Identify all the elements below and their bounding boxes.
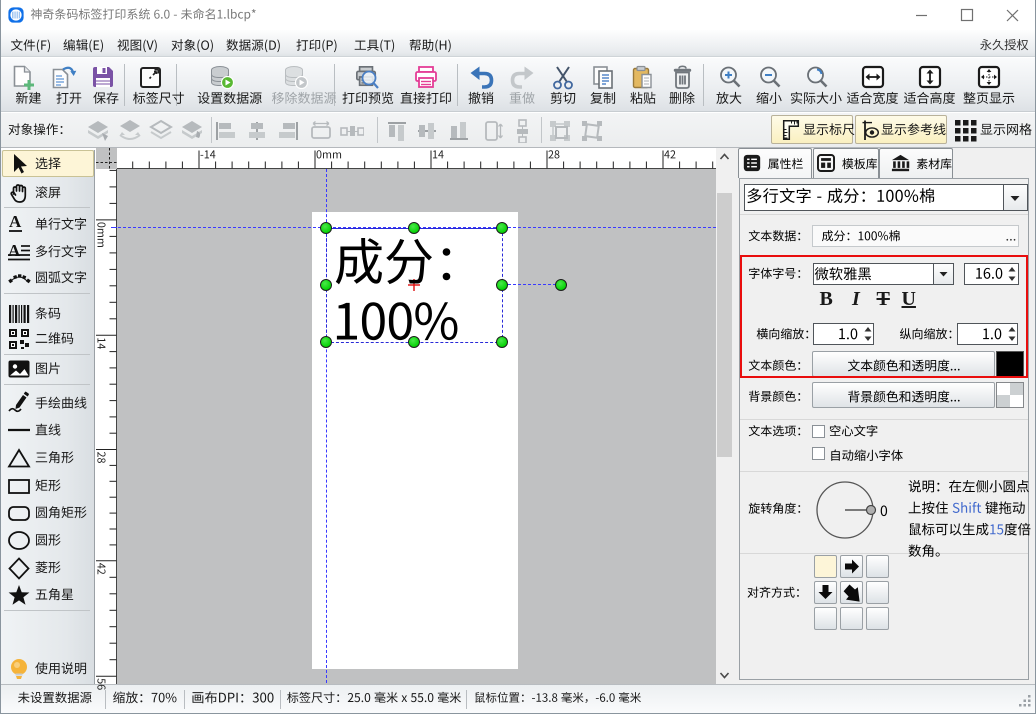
svg-text:A: A <box>9 212 22 231</box>
svg-text:A: A <box>8 241 21 260</box>
